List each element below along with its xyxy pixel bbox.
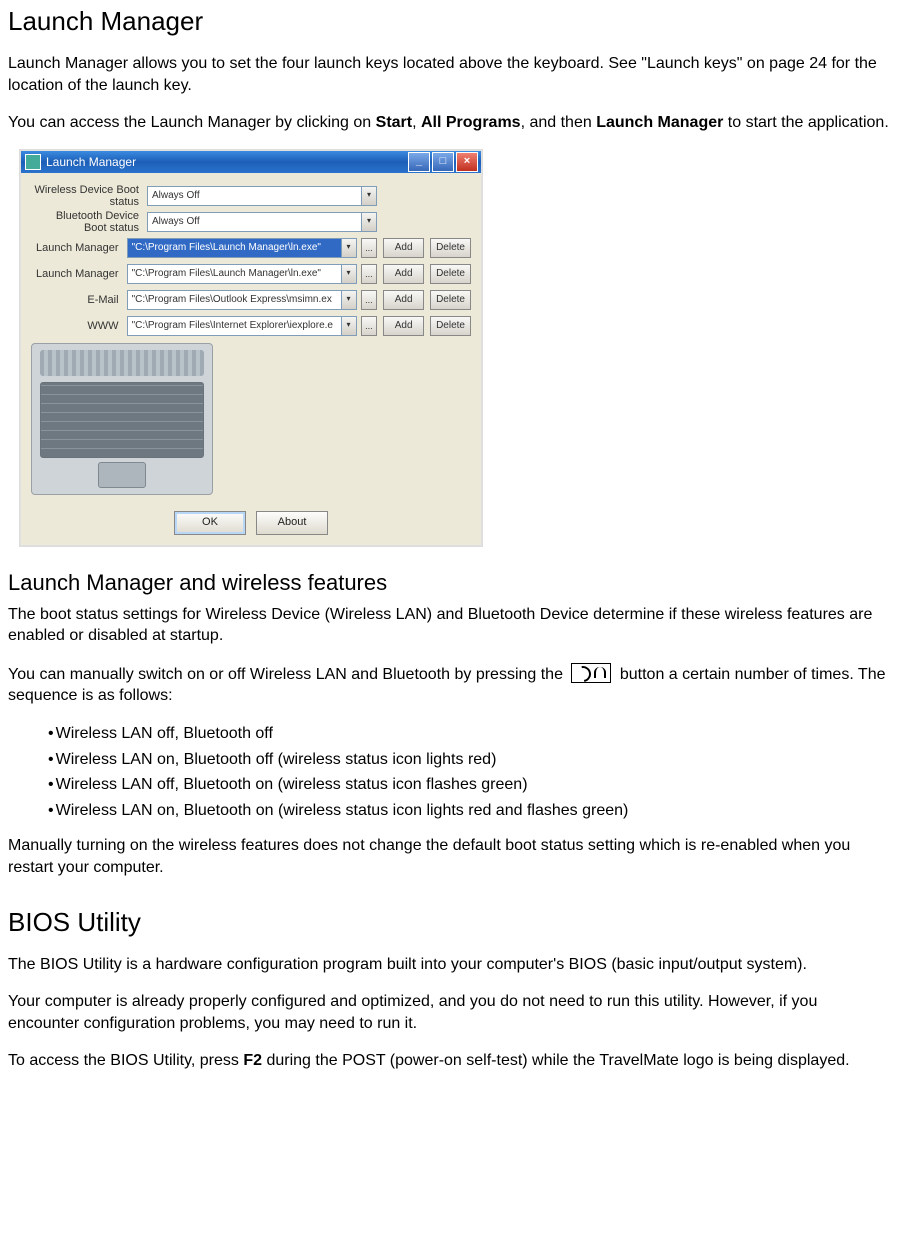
window-title: Launch Manager	[46, 154, 136, 170]
row-label: E-Mail	[31, 294, 127, 306]
email-combo[interactable]: "C:\Program Files\Outlook Express\msimn.…	[127, 290, 357, 310]
titlebar[interactable]: Launch Manager _ □ ×	[21, 151, 481, 173]
browse-button[interactable]: ...	[361, 316, 378, 336]
heading-wireless: Launch Manager and wireless features	[8, 568, 892, 598]
about-button[interactable]: About	[256, 511, 328, 535]
row-label: Launch Manager	[31, 268, 127, 280]
menu-start: Start	[376, 114, 412, 131]
maximize-button[interactable]: □	[432, 152, 454, 172]
browse-button[interactable]: ...	[361, 238, 378, 258]
text: to start the application.	[723, 114, 888, 131]
para-bios-2: Your computer is already properly config…	[8, 991, 892, 1034]
key-f2: F2	[243, 1052, 262, 1069]
launch-key-1-combo[interactable]: "C:\Program Files\Launch Manager\ln.exe"	[127, 238, 357, 258]
minimize-button[interactable]: _	[408, 152, 430, 172]
list-item: Wireless LAN on, Bluetooth off (wireless…	[48, 749, 892, 771]
close-button[interactable]: ×	[456, 152, 478, 172]
list-item: Wireless LAN off, Bluetooth on (wireless…	[48, 774, 892, 796]
menu-all-programs: All Programs	[421, 114, 521, 131]
para-bios-1: The BIOS Utility is a hardware configura…	[8, 954, 892, 976]
text: To access the BIOS Utility, press	[8, 1052, 243, 1069]
sequence-list: Wireless LAN off, Bluetooth off Wireless…	[8, 723, 892, 821]
window-body: Wireless Device Boot status Always Off B…	[21, 173, 481, 545]
browse-button[interactable]: ...	[361, 264, 378, 284]
para-note: Manually turning on the wireless feature…	[8, 835, 892, 878]
row-label: WWW	[31, 320, 127, 332]
delete-button[interactable]: Delete	[430, 316, 471, 336]
browse-button[interactable]: ...	[361, 290, 378, 310]
keyboard-diagram	[31, 343, 213, 495]
add-button[interactable]: Add	[383, 316, 424, 336]
text: You can access the Launch Manager by cli…	[8, 114, 376, 131]
text: during the POST (power-on self-test) whi…	[262, 1052, 850, 1069]
para-bios-3: To access the BIOS Utility, press F2 dur…	[8, 1050, 892, 1072]
para-switch: You can manually switch on or off Wirele…	[8, 663, 892, 707]
add-button[interactable]: Add	[383, 264, 424, 284]
para-intro: Launch Manager allows you to set the fou…	[8, 53, 892, 96]
www-combo[interactable]: "C:\Program Files\Internet Explorer\iexp…	[127, 316, 357, 336]
text: ,	[412, 114, 421, 131]
add-button[interactable]: Add	[383, 290, 424, 310]
delete-button[interactable]: Delete	[430, 238, 471, 258]
ok-button[interactable]: OK	[174, 511, 246, 535]
menu-launch-manager: Launch Manager	[596, 114, 723, 131]
row-label: Wireless Device Boot status	[31, 184, 147, 208]
para-boot-status: The boot status settings for Wireless De…	[8, 604, 892, 647]
text: , and then	[521, 114, 597, 131]
list-item: Wireless LAN off, Bluetooth off	[48, 723, 892, 745]
delete-button[interactable]: Delete	[430, 290, 471, 310]
launch-key-2-combo[interactable]: "C:\Program Files\Launch Manager\ln.exe"	[127, 264, 357, 284]
para-access: You can access the Launch Manager by cli…	[8, 112, 892, 134]
text: You can manually switch on or off Wirele…	[8, 666, 567, 683]
row-label: Launch Manager	[31, 242, 127, 254]
row-label: Bluetooth Device Boot status	[31, 210, 147, 234]
delete-button[interactable]: Delete	[430, 264, 471, 284]
bluetooth-boot-combo[interactable]: Always Off	[147, 212, 377, 232]
wireless-boot-combo[interactable]: Always Off	[147, 186, 377, 206]
launch-manager-window: Launch Manager _ □ × Wireless Device Boo…	[20, 150, 482, 546]
wireless-button-icon	[571, 663, 611, 683]
add-button[interactable]: Add	[383, 238, 424, 258]
heading-launch-manager: Launch Manager	[8, 4, 892, 39]
app-icon	[25, 154, 41, 170]
list-item: Wireless LAN on, Bluetooth on (wireless …	[48, 800, 892, 822]
heading-bios: BIOS Utility	[8, 905, 892, 940]
